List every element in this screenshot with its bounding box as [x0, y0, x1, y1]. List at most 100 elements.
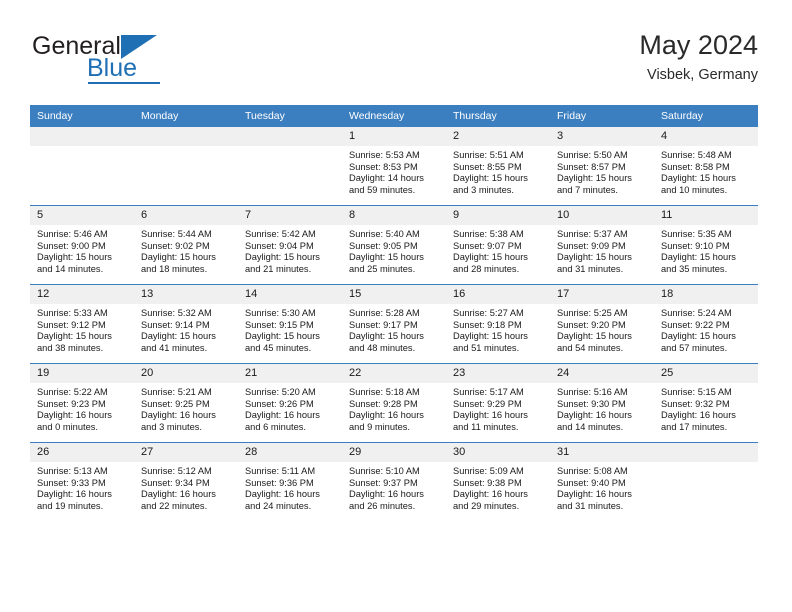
daylight-text-cont: and 51 minutes.	[453, 342, 520, 353]
calendar-day-cell[interactable]: 18 Sunrise: 5:24 AM Sunset: 9:22 PM Dayligh…	[654, 284, 758, 364]
calendar-week-row: 26 Sunrise: 5:13 AM Sunset: 9:33 PM Dayligh…	[30, 442, 758, 521]
day-sun-info: Sunrise: 5:17 AM Sunset: 9:29 PM Daylight:…	[446, 383, 550, 433]
sunrise-text: Sunrise: 5:09 AM	[453, 466, 524, 476]
sunrise-text: Sunrise: 5:24 AM	[661, 308, 732, 318]
calendar-day-cell[interactable]: 24 Sunrise: 5:16 AM Sunset: 9:30 PM Dayligh…	[550, 363, 654, 443]
weekday-header-monday: Monday	[134, 105, 238, 127]
calendar-day-cell[interactable]: 4 Sunrise: 5:48 AM Sunset: 8:58 PM Daylight…	[654, 127, 758, 206]
general-blue-logo[interactable]: General Blue	[30, 32, 260, 94]
day-number: 10	[550, 206, 654, 225]
calendar-day-cell[interactable]: 27 Sunrise: 5:12 AM Sunset: 9:34 PM Dayligh…	[134, 442, 238, 521]
day-number: 22	[342, 364, 446, 383]
sunrise-text: Sunrise: 5:22 AM	[37, 387, 108, 397]
day-number: 5	[30, 206, 134, 225]
sunrise-text: Sunrise: 5:21 AM	[141, 387, 212, 397]
calendar-day-cell[interactable]: 22 Sunrise: 5:18 AM Sunset: 9:28 PM Dayligh…	[342, 363, 446, 443]
calendar-week-row: 5 Sunrise: 5:46 AM Sunset: 9:00 PM Daylight…	[30, 205, 758, 285]
daylight-text-cont: and 28 minutes.	[453, 263, 520, 274]
calendar-day-cell-empty	[238, 127, 342, 206]
calendar-day-cell-empty	[134, 127, 238, 206]
calendar-week-row: 12 Sunrise: 5:33 AM Sunset: 9:12 PM Dayligh…	[30, 284, 758, 364]
calendar-day-cell[interactable]: 25 Sunrise: 5:15 AM Sunset: 9:32 PM Dayligh…	[654, 363, 758, 443]
sunset-text: Sunset: 9:40 PM	[557, 477, 626, 488]
calendar-day-cell[interactable]: 1 Sunrise: 5:53 AM Sunset: 8:53 PM Daylight…	[342, 127, 446, 206]
day-sun-info: Sunrise: 5:33 AM Sunset: 9:12 PM Daylight:…	[30, 304, 134, 354]
calendar-grid: Sunday Monday Tuesday Wednesday Thursday…	[30, 105, 758, 521]
sunrise-text: Sunrise: 5:33 AM	[37, 308, 108, 318]
daylight-text: Daylight: 15 hours	[661, 331, 736, 342]
sunset-text: Sunset: 9:00 PM	[37, 240, 106, 251]
day-sun-info: Sunrise: 5:10 AM Sunset: 9:37 PM Daylight:…	[342, 462, 446, 512]
calendar-day-cell[interactable]: 31 Sunrise: 5:08 AM Sunset: 9:40 PM Dayligh…	[550, 442, 654, 521]
daylight-text-cont: and 41 minutes.	[141, 342, 208, 353]
calendar-day-cell[interactable]: 14 Sunrise: 5:30 AM Sunset: 9:15 PM Dayligh…	[238, 284, 342, 364]
calendar-day-cell[interactable]: 23 Sunrise: 5:17 AM Sunset: 9:29 PM Dayligh…	[446, 363, 550, 443]
daylight-text: Daylight: 15 hours	[349, 252, 424, 263]
day-number: 19	[30, 364, 134, 383]
day-sun-info: Sunrise: 5:21 AM Sunset: 9:25 PM Daylight:…	[134, 383, 238, 433]
sunset-text: Sunset: 8:55 PM	[453, 161, 522, 172]
sunrise-text: Sunrise: 5:28 AM	[349, 308, 420, 318]
day-number: 21	[238, 364, 342, 383]
calendar-body: 1 Sunrise: 5:53 AM Sunset: 8:53 PM Daylight…	[30, 127, 758, 521]
calendar-day-cell[interactable]: 7 Sunrise: 5:42 AM Sunset: 9:04 PM Daylight…	[238, 205, 342, 285]
calendar-day-cell[interactable]: 19 Sunrise: 5:22 AM Sunset: 9:23 PM Dayligh…	[30, 363, 134, 443]
calendar-day-cell[interactable]: 5 Sunrise: 5:46 AM Sunset: 9:00 PM Daylight…	[30, 205, 134, 285]
daylight-text: Daylight: 16 hours	[453, 410, 528, 421]
day-number: 4	[654, 127, 758, 146]
daylight-text-cont: and 29 minutes.	[453, 500, 520, 511]
weekday-header-friday: Friday	[550, 105, 654, 127]
sunrise-text: Sunrise: 5:51 AM	[453, 150, 524, 160]
sunrise-text: Sunrise: 5:18 AM	[349, 387, 420, 397]
calendar-day-cell[interactable]: 26 Sunrise: 5:13 AM Sunset: 9:33 PM Dayligh…	[30, 442, 134, 521]
daylight-text-cont: and 38 minutes.	[37, 342, 104, 353]
daylight-text: Daylight: 16 hours	[141, 410, 216, 421]
sunset-text: Sunset: 9:14 PM	[141, 319, 210, 330]
daylight-text: Daylight: 16 hours	[349, 410, 424, 421]
sunset-text: Sunset: 9:18 PM	[453, 319, 522, 330]
daylight-text: Daylight: 16 hours	[661, 410, 736, 421]
calendar-day-cell-empty	[30, 127, 134, 206]
calendar-day-cell[interactable]: 12 Sunrise: 5:33 AM Sunset: 9:12 PM Dayligh…	[30, 284, 134, 364]
calendar-day-cell[interactable]: 9 Sunrise: 5:38 AM Sunset: 9:07 PM Daylight…	[446, 205, 550, 285]
daylight-text-cont: and 57 minutes.	[661, 342, 728, 353]
sunset-text: Sunset: 9:04 PM	[245, 240, 314, 251]
day-number: 1	[342, 127, 446, 146]
calendar-day-cell[interactable]: 15 Sunrise: 5:28 AM Sunset: 9:17 PM Dayligh…	[342, 284, 446, 364]
sunrise-text: Sunrise: 5:35 AM	[661, 229, 732, 239]
daylight-text: Daylight: 16 hours	[37, 489, 112, 500]
calendar-day-cell[interactable]: 29 Sunrise: 5:10 AM Sunset: 9:37 PM Dayligh…	[342, 442, 446, 521]
calendar-day-cell[interactable]: 28 Sunrise: 5:11 AM Sunset: 9:36 PM Dayligh…	[238, 442, 342, 521]
sunrise-text: Sunrise: 5:17 AM	[453, 387, 524, 397]
calendar-day-cell[interactable]: 17 Sunrise: 5:25 AM Sunset: 9:20 PM Dayligh…	[550, 284, 654, 364]
sunset-text: Sunset: 9:05 PM	[349, 240, 418, 251]
daylight-text-cont: and 45 minutes.	[245, 342, 312, 353]
sunset-text: Sunset: 9:28 PM	[349, 398, 418, 409]
day-number: 6	[134, 206, 238, 225]
day-number: 26	[30, 443, 134, 462]
sunrise-text: Sunrise: 5:46 AM	[37, 229, 108, 239]
weekday-header-tuesday: Tuesday	[238, 105, 342, 127]
day-number: 2	[446, 127, 550, 146]
calendar-day-cell[interactable]: 8 Sunrise: 5:40 AM Sunset: 9:05 PM Daylight…	[342, 205, 446, 285]
calendar-day-cell[interactable]: 20 Sunrise: 5:21 AM Sunset: 9:25 PM Dayligh…	[134, 363, 238, 443]
calendar-day-cell[interactable]: 30 Sunrise: 5:09 AM Sunset: 9:38 PM Dayligh…	[446, 442, 550, 521]
calendar-day-cell[interactable]: 3 Sunrise: 5:50 AM Sunset: 8:57 PM Daylight…	[550, 127, 654, 206]
calendar-day-cell[interactable]: 21 Sunrise: 5:20 AM Sunset: 9:26 PM Dayligh…	[238, 363, 342, 443]
calendar-day-cell[interactable]: 13 Sunrise: 5:32 AM Sunset: 9:14 PM Dayligh…	[134, 284, 238, 364]
calendar-week-row: 19 Sunrise: 5:22 AM Sunset: 9:23 PM Dayligh…	[30, 363, 758, 443]
calendar-day-cell[interactable]: 16 Sunrise: 5:27 AM Sunset: 9:18 PM Dayligh…	[446, 284, 550, 364]
calendar-day-cell[interactable]: 6 Sunrise: 5:44 AM Sunset: 9:02 PM Daylight…	[134, 205, 238, 285]
calendar-day-cell[interactable]: 10 Sunrise: 5:37 AM Sunset: 9:09 PM Dayligh…	[550, 205, 654, 285]
sunrise-text: Sunrise: 5:11 AM	[245, 466, 316, 476]
daylight-text: Daylight: 15 hours	[37, 331, 112, 342]
daylight-text-cont: and 14 minutes.	[557, 421, 624, 432]
calendar-day-cell[interactable]: 11 Sunrise: 5:35 AM Sunset: 9:10 PM Dayligh…	[654, 205, 758, 285]
daylight-text-cont: and 31 minutes.	[557, 263, 624, 274]
day-number	[30, 127, 134, 146]
day-sun-info: Sunrise: 5:16 AM Sunset: 9:30 PM Daylight:…	[550, 383, 654, 433]
daylight-text-cont: and 48 minutes.	[349, 342, 416, 353]
daylight-text: Daylight: 15 hours	[37, 252, 112, 263]
calendar-day-cell[interactable]: 2 Sunrise: 5:51 AM Sunset: 8:55 PM Daylight…	[446, 127, 550, 206]
daylight-text-cont: and 11 minutes.	[453, 421, 519, 432]
